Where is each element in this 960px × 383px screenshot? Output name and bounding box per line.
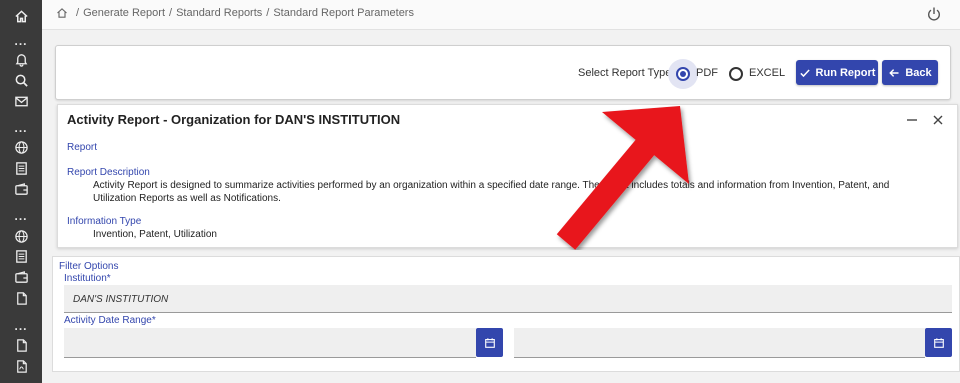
home-icon[interactable] [0, 6, 42, 26]
information-type-value: Invention, Patent, Utilization [93, 229, 217, 240]
report-type-label-text: Select Report Type [578, 67, 672, 79]
mail-icon[interactable] [0, 91, 42, 111]
breadcrumb-generate-report[interactable]: Generate Report [83, 7, 165, 19]
filter-options-section: Filter Options Institution* DAN'S INSTIT… [52, 256, 960, 372]
end-date-calendar-button[interactable] [925, 328, 952, 357]
filter-options-title: Filter Options [59, 261, 119, 272]
breadcrumb: / Generate Report / Standard Reports / S… [56, 7, 414, 19]
top-bar: / Generate Report / Standard Reports / S… [42, 0, 960, 30]
institution-value: DAN'S INSTITUTION [73, 294, 169, 305]
run-report-label: Run Report [815, 66, 876, 79]
more-dots-icon[interactable]: ... [0, 320, 42, 332]
breadcrumb-standard-report-parameters: Standard Report Parameters [273, 7, 414, 19]
report-type-bar: Select Report Type * PDF EXCEL Run Repor… [55, 45, 951, 100]
file-icon[interactable] [0, 288, 42, 308]
pdf-radio-label[interactable]: PDF [696, 67, 718, 79]
document-icon[interactable] [0, 246, 42, 266]
bell-icon[interactable] [0, 49, 42, 69]
file-icon[interactable] [0, 335, 42, 355]
breadcrumb-separator: / [266, 7, 270, 19]
report-description-text: Activity Report is designed to summarize… [93, 179, 943, 205]
document-icon[interactable] [0, 158, 42, 178]
power-icon[interactable] [926, 6, 942, 22]
excel-radio-label[interactable]: EXCEL [749, 67, 785, 79]
activity-date-range-label: Activity Date Range* [64, 315, 156, 326]
more-dots-icon[interactable]: ... [0, 210, 42, 222]
globe-icon[interactable] [0, 226, 42, 246]
report-description-line1: Activity Report is designed to summarize… [93, 180, 890, 191]
calendar-icon [484, 337, 495, 348]
arrow-left-icon [889, 68, 899, 77]
minimize-icon[interactable] [905, 113, 919, 127]
report-label: Report [67, 142, 98, 153]
home-icon[interactable] [56, 7, 68, 19]
report-description-label: Report Description [67, 167, 150, 178]
institution-field[interactable]: DAN'S INSTITUTION [64, 285, 952, 313]
start-date-calendar-button[interactable] [476, 328, 503, 357]
globe-icon[interactable] [0, 137, 42, 157]
wallet-icon[interactable] [0, 267, 42, 287]
report-type-label: Select Report Type * [578, 67, 681, 79]
back-button[interactable]: Back [882, 60, 938, 85]
pdf-radio[interactable] [676, 67, 690, 81]
report-info-panel: Activity Report - Organization for DAN'S… [57, 104, 958, 248]
more-dots-icon[interactable]: ... [0, 35, 42, 47]
search-icon[interactable] [0, 70, 42, 90]
file-pdf-icon[interactable] [0, 356, 42, 376]
annotation-arrow-icon [556, 106, 689, 250]
breadcrumb-separator: / [76, 7, 80, 19]
back-label: Back [905, 66, 932, 79]
start-date-field[interactable] [64, 328, 476, 358]
close-icon[interactable] [931, 113, 945, 127]
excel-radio[interactable] [729, 67, 743, 81]
run-report-button[interactable]: Run Report [796, 60, 878, 85]
breadcrumb-separator: / [169, 7, 173, 19]
report-description-line2: Utilization Reports as well as Notificat… [93, 193, 281, 204]
information-type-label: Information Type [67, 216, 142, 227]
more-dots-icon[interactable]: ... [0, 122, 42, 134]
panel-title: Activity Report - Organization for DAN'S… [67, 112, 401, 127]
check-icon [799, 68, 810, 77]
end-date-field[interactable] [514, 328, 925, 358]
calendar-icon [933, 337, 944, 348]
institution-label: Institution* [64, 273, 111, 284]
wallet-icon[interactable] [0, 179, 42, 199]
sidebar: ... ... ... ... [0, 0, 42, 383]
breadcrumb-standard-reports[interactable]: Standard Reports [176, 7, 262, 19]
